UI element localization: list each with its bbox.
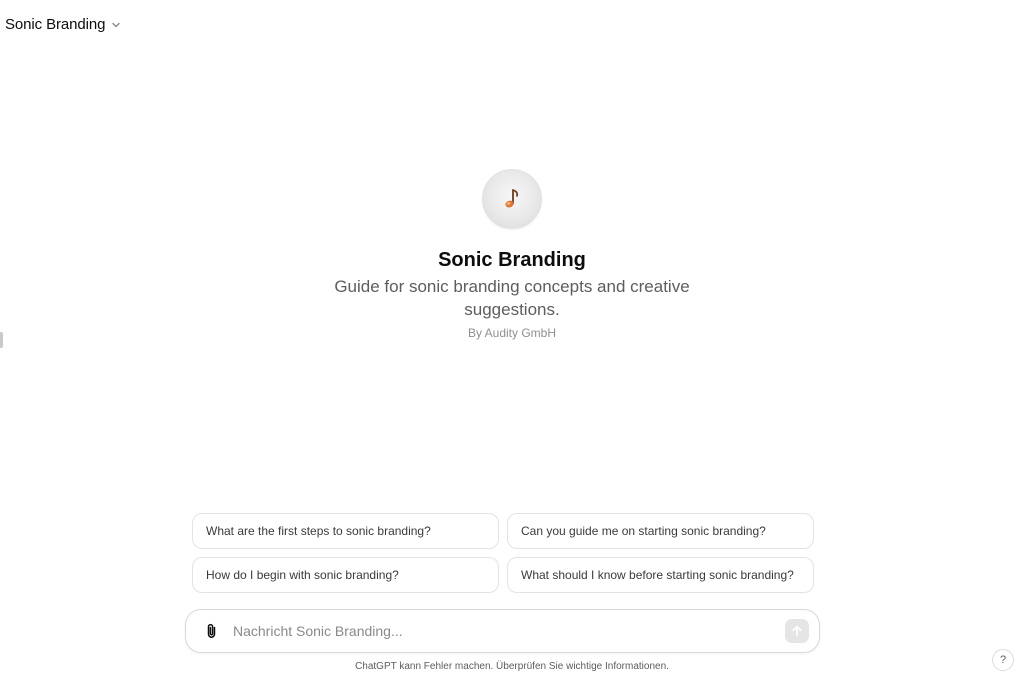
starter-button[interactable]: What should I know before starting sonic… xyxy=(507,557,814,593)
disclaimer-text: ChatGPT kann Fehler machen. Überprüfen S… xyxy=(355,661,669,672)
message-input[interactable] xyxy=(231,622,785,640)
starter-button[interactable]: How do I begin with sonic branding? xyxy=(192,557,499,593)
conversation-starters: What are the first steps to sonic brandi… xyxy=(192,513,814,593)
send-button[interactable] xyxy=(785,619,809,643)
music-note-icon xyxy=(505,189,519,208)
attach-button[interactable] xyxy=(199,618,225,644)
help-button[interactable]: ? xyxy=(992,649,1014,671)
message-composer xyxy=(185,609,820,653)
arrow-up-icon xyxy=(792,625,802,637)
gpt-name: Sonic Branding xyxy=(438,249,586,271)
starter-button[interactable]: Can you guide me on starting sonic brand… xyxy=(507,513,814,549)
paperclip-icon xyxy=(207,623,216,638)
gpt-intro: Sonic Branding Guide for sonic branding … xyxy=(0,169,1024,340)
gpt-author: By Audity GmbH xyxy=(467,326,557,340)
header-title: Sonic Branding xyxy=(5,15,106,33)
gpt-selector[interactable]: Sonic Branding xyxy=(5,12,121,36)
gpt-description: Guide for sonic branding concepts and cr… xyxy=(334,277,690,319)
chevron-down-icon xyxy=(111,20,121,30)
question-mark-icon: ? xyxy=(999,654,1007,666)
starter-button[interactable]: What are the first steps to sonic brandi… xyxy=(192,513,499,549)
gpt-avatar xyxy=(482,169,542,229)
